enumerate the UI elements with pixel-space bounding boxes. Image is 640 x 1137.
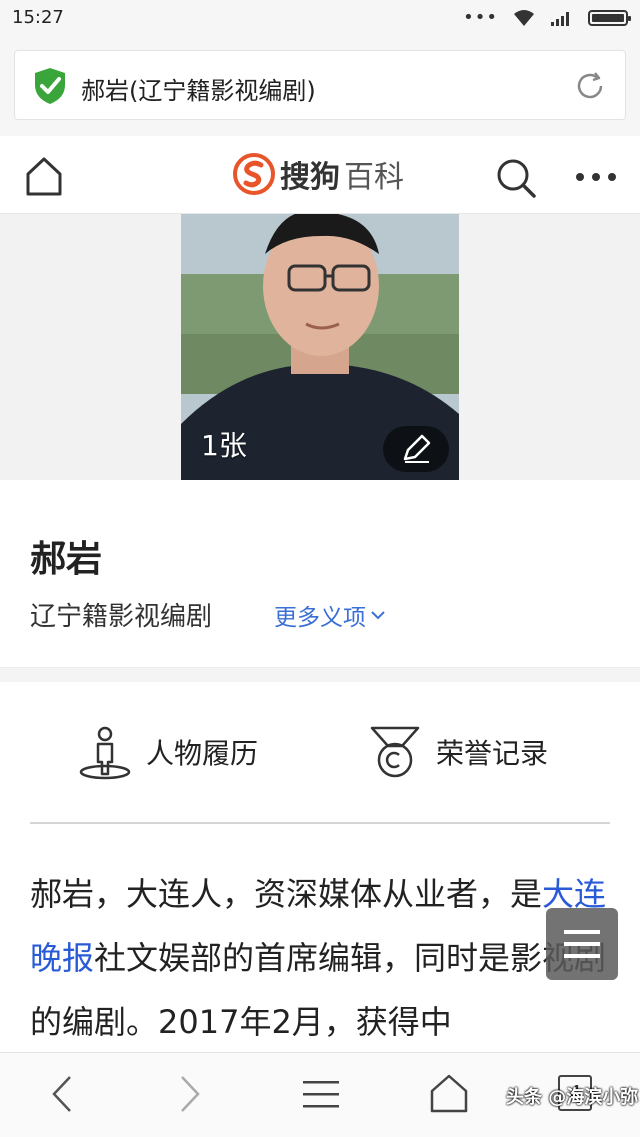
browser-address-area: 郝岩(辽宁籍影视编剧) bbox=[0, 38, 640, 136]
tab-career[interactable]: 人物履历 bbox=[78, 724, 258, 780]
sogou-logo-icon bbox=[233, 153, 275, 195]
medal-icon bbox=[370, 726, 420, 778]
article-summary: 郝岩，大连人，资深媒体从业者，是大连晚报社文娱部的首席编辑，同时是影视剧的编剧。… bbox=[30, 862, 610, 1052]
logo-text-main: 搜狗 bbox=[280, 160, 340, 195]
entry-description: 辽宁籍影视编剧 bbox=[30, 602, 213, 632]
search-icon[interactable] bbox=[494, 156, 538, 200]
back-icon[interactable] bbox=[40, 1071, 86, 1117]
home-icon[interactable] bbox=[22, 154, 66, 198]
more-meanings-link[interactable]: 更多义项 bbox=[274, 598, 386, 632]
summary-text-2: 社文娱部的首席编辑，同时是影视剧的编剧。2017年2月，获得中 bbox=[30, 939, 607, 1041]
tab-honors-label: 荣誉记录 bbox=[436, 737, 549, 770]
site-header: 搜狗 百科 bbox=[0, 136, 640, 214]
list-icon bbox=[564, 930, 600, 958]
tab-career-label: 人物履历 bbox=[146, 737, 259, 770]
table-of-contents-button[interactable] bbox=[546, 908, 618, 980]
entry-name: 郝岩 bbox=[30, 539, 103, 580]
secure-shield-icon bbox=[35, 68, 65, 104]
more-dots-indicator: ••• bbox=[463, 7, 498, 28]
section-tabs: 人物履历 荣誉记录 bbox=[0, 682, 640, 822]
tab-honors[interactable]: 荣誉记录 bbox=[368, 724, 548, 780]
reload-icon[interactable] bbox=[573, 69, 607, 103]
sogou-baike-logo[interactable]: 搜狗 百科 bbox=[232, 152, 404, 196]
section-separator bbox=[0, 668, 640, 682]
logo-text-sub: 百科 bbox=[344, 160, 404, 195]
summary-paragraph: 郝岩，大连人，资深媒体从业者，是大连晚报社文娱部的首席编辑，同时是影视剧的编剧。… bbox=[30, 862, 610, 1052]
battery-icon bbox=[588, 10, 631, 26]
entry-title-card: 郝岩 辽宁籍影视编剧 更多义项 bbox=[0, 480, 640, 668]
person-career-icon bbox=[79, 726, 131, 780]
edit-photo-button[interactable] bbox=[383, 426, 449, 472]
page-title: 郝岩(辽宁籍影视编剧) bbox=[81, 77, 316, 105]
address-bar[interactable]: 郝岩(辽宁籍影视编剧) bbox=[14, 50, 626, 120]
wifi-icon bbox=[514, 10, 534, 26]
home-icon[interactable] bbox=[426, 1071, 472, 1117]
more-options-icon[interactable] bbox=[574, 170, 618, 184]
pencil-icon bbox=[403, 434, 431, 463]
browser-bottom-nav: 4 头条 @海滨小弥 bbox=[0, 1052, 640, 1137]
photo-count-label: 1张 bbox=[201, 429, 247, 462]
tabs-divider bbox=[30, 822, 610, 824]
menu-icon[interactable] bbox=[298, 1071, 344, 1117]
watermark: 头条 @海滨小弥 bbox=[506, 1087, 639, 1108]
chevron-down-icon bbox=[371, 611, 385, 620]
status-icons: ••• bbox=[463, 7, 631, 28]
photo-section: 1张 bbox=[0, 214, 640, 480]
status-time: 15:27 bbox=[12, 7, 64, 28]
person-photo[interactable]: 1张 bbox=[181, 214, 459, 480]
more-meanings-label: 更多义项 bbox=[274, 605, 366, 631]
signal-icon bbox=[551, 12, 569, 26]
summary-text-1: 郝岩，大连人，资深媒体从业者，是 bbox=[30, 875, 543, 913]
forward-icon[interactable] bbox=[166, 1071, 212, 1117]
status-bar: 15:27 ••• bbox=[0, 0, 640, 38]
